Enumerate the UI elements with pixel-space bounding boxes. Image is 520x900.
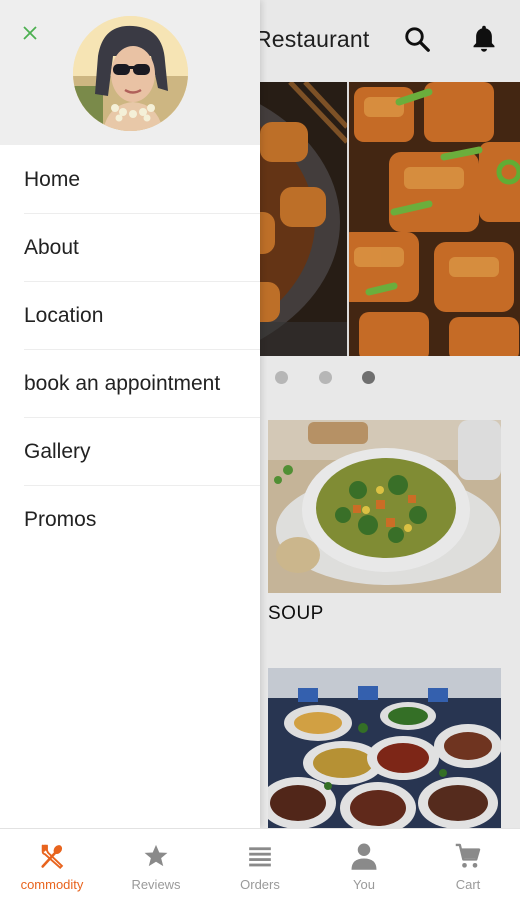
menu-item-label: Gallery <box>24 439 91 463</box>
close-icon[interactable] <box>18 21 42 45</box>
nav-label: Reviews <box>131 877 181 892</box>
nav-label: Cart <box>455 877 481 892</box>
nav-item-orders[interactable]: Orders <box>208 829 312 900</box>
nav-label: commodity <box>20 877 84 892</box>
nav-item-commodity[interactable]: commodity <box>0 829 104 900</box>
cart-icon <box>453 841 483 871</box>
nav-label: You <box>353 877 375 892</box>
menu-item-label: About <box>24 235 79 259</box>
menu-item-label: Home <box>24 167 81 191</box>
menu-item-book-appointment[interactable]: book an appointment <box>24 350 260 418</box>
drawer-menu: Home About Location book an appointment … <box>0 146 260 554</box>
menu-item-home[interactable]: Home <box>24 146 260 214</box>
menu-item-gallery[interactable]: Gallery <box>24 418 260 486</box>
menu-item-about[interactable]: About <box>24 214 260 282</box>
menu-item-label: Promos <box>24 508 97 531</box>
menu-item-promos[interactable]: Promos <box>24 486 260 554</box>
menu-item-label: Location <box>24 303 104 327</box>
menu-item-label: book an appointment <box>24 371 221 395</box>
nav-item-you[interactable]: You <box>312 829 416 900</box>
person-icon <box>349 841 379 871</box>
nav-item-reviews[interactable]: Reviews <box>104 829 208 900</box>
menu-item-location[interactable]: Location <box>24 282 260 350</box>
fork-spoon-icon <box>37 841 67 871</box>
nav-label: Orders <box>240 877 280 892</box>
list-icon <box>245 841 275 871</box>
avatar[interactable] <box>73 16 188 131</box>
drawer-header <box>0 0 260 145</box>
nav-item-cart[interactable]: Cart <box>416 829 520 900</box>
navigation-drawer: Home About Location book an appointment … <box>0 0 260 828</box>
bottom-navigation: commodity Reviews Orders You Cart <box>0 828 520 900</box>
star-icon <box>141 841 171 871</box>
